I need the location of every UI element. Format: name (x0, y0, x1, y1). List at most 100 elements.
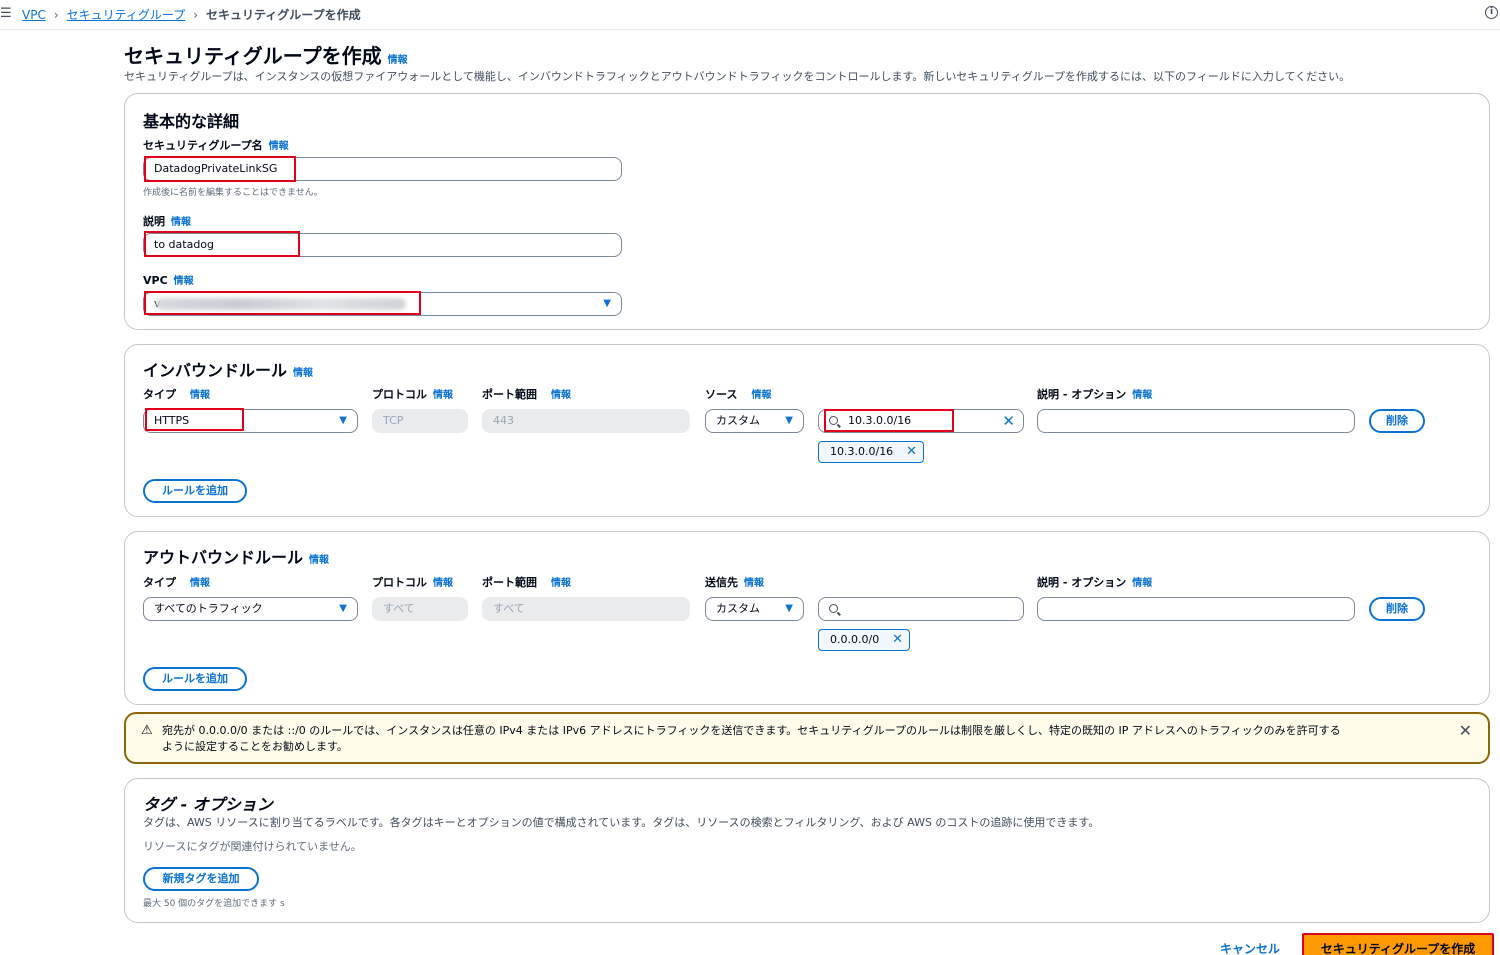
outbound-port-input: すべて (482, 597, 690, 621)
page-title: セキュリティグループを作成 情報 (124, 40, 408, 69)
inbound-info-link[interactable]: 情報 (293, 368, 313, 379)
inbound-col-port: ポート範囲 情報 (482, 386, 571, 402)
inbound-col-type: タイプ 情報 (143, 386, 210, 402)
inbound-col-source-text: ソース (705, 388, 738, 401)
outbound-type-info-link[interactable]: 情報 (190, 578, 210, 589)
inbound-col-port-text: ポート範囲 (482, 388, 537, 401)
warning-icon: ⚠ (141, 723, 153, 738)
inbound-desc-info-link[interactable]: 情報 (1132, 390, 1152, 401)
inbound-rules-panel: インバウンドルール 情報 タイプ 情報 プロトコル 情報 ポート範囲 情報 ソース 情報 … (124, 344, 1490, 517)
inbound-col-source: ソース 情報 (705, 386, 771, 402)
outbound-dest-token[interactable]: 0.0.0.0/0 ✕ (818, 629, 910, 651)
inbound-protocol-input: TCP (372, 409, 468, 433)
sg-name-info-link[interactable]: 情報 (269, 141, 289, 152)
cancel-button[interactable]: キャンセル (1220, 940, 1280, 955)
chevron-right-icon: › (193, 7, 199, 22)
sg-name-hint: 作成後に名前を編集することはできません。 (143, 188, 323, 198)
breadcrumb-current: セキュリティグループを作成 (206, 8, 361, 22)
inbound-col-protocol-text: プロトコル (372, 388, 427, 401)
inbound-col-type-text: タイプ (143, 388, 176, 401)
tags-limit-hint: 最大 50 個のタグを追加できます s (143, 899, 285, 909)
outbound-dest-mode-select[interactable]: カスタム ▼ (705, 597, 804, 621)
outbound-type-value: すべてのトラフィック (154, 602, 263, 615)
clear-icon[interactable]: ✕ (1002, 410, 1015, 432)
outbound-rules-title-text: アウトバウンドルール (143, 548, 304, 567)
outbound-dest-mode-value: カスタム (716, 602, 760, 615)
sg-name-label: セキュリティグループ名 情報 (143, 137, 289, 153)
caret-down-icon: ▼ (339, 603, 347, 614)
warning-line-1: 宛先が 0.0.0.0/0 または ::/0 のルールでは、インスタンスは任意の… (162, 724, 1341, 737)
warning-line-2: ように設定することをお勧めします。 (162, 740, 348, 753)
outbound-info-link[interactable]: 情報 (309, 555, 329, 566)
vpc-info-link[interactable]: 情報 (174, 276, 194, 287)
inbound-type-info-link[interactable]: 情報 (190, 390, 210, 401)
highlight-box (144, 291, 421, 315)
inbound-source-mode-select[interactable]: カスタム ▼ (705, 409, 804, 433)
warning-text: 宛先が 0.0.0.0/0 または ::/0 のルールでは、インスタンスは任意の… (162, 723, 1452, 755)
outbound-protocol-info-link[interactable]: 情報 (433, 578, 453, 589)
remove-token-icon[interactable]: ✕ (892, 630, 903, 649)
tags-panel: タグ - オプション タグは、AWS リソースに割り当てるラベルです。各タグはキ… (124, 778, 1490, 923)
add-tag-button[interactable]: 新規タグを追加 (143, 867, 259, 891)
basic-details-title: 基本的な詳細 (143, 112, 240, 131)
description-label-text: 説明 (143, 215, 165, 228)
warning-alert: ⚠ 宛先が 0.0.0.0/0 または ::/0 のルールでは、インスタンスは任… (124, 712, 1490, 764)
inbound-col-protocol: プロトコル 情報 (372, 386, 453, 402)
breadcrumb-vpc[interactable]: VPC (22, 8, 46, 22)
inbound-source-mode-value: カスタム (716, 414, 760, 427)
outbound-add-rule-button[interactable]: ルールを追加 (143, 667, 247, 691)
remove-token-icon[interactable]: ✕ (906, 442, 917, 461)
tags-description: タグは、AWS リソースに割り当てるラベルです。各タグはキーとオプションの値で構… (143, 816, 1100, 829)
description-label: 説明 情報 (143, 213, 191, 229)
inbound-source-info-link[interactable]: 情報 (751, 390, 771, 401)
top-bar: ☰ VPC › セキュリティグループ › セキュリティグループを作成 i (0, 0, 1500, 30)
outbound-desc-info-link[interactable]: 情報 (1132, 578, 1152, 589)
outbound-description-input[interactable] (1037, 597, 1355, 621)
menu-icon[interactable]: ☰ (0, 6, 12, 21)
outbound-col-dest-text: 送信先 (705, 576, 738, 589)
inbound-port-info-link[interactable]: 情報 (551, 390, 571, 401)
tags-empty-text: リソースにタグが関連付けられていません。 (143, 840, 362, 853)
caret-down-icon: ▼ (339, 415, 347, 426)
breadcrumb-security-groups[interactable]: セキュリティグループ (67, 6, 186, 23)
inbound-add-rule-button[interactable]: ルールを追加 (143, 479, 247, 503)
inbound-description-input[interactable] (1037, 409, 1355, 433)
inbound-port-input: 443 (482, 409, 690, 433)
search-icon (829, 604, 838, 613)
outbound-col-protocol: プロトコル 情報 (372, 574, 453, 590)
outbound-type-select[interactable]: すべてのトラフィック ▼ (143, 597, 358, 621)
inbound-source-token[interactable]: 10.3.0.0/16 ✕ (818, 441, 924, 463)
vpc-label: VPC 情報 (143, 272, 194, 287)
outbound-protocol-input: すべて (372, 597, 468, 621)
close-icon[interactable]: ✕ (1459, 721, 1472, 740)
outbound-dest-info-link[interactable]: 情報 (744, 578, 764, 589)
caret-down-icon: ▼ (785, 603, 793, 614)
outbound-col-type-text: タイプ (143, 576, 176, 589)
outbound-dest-token-value: 0.0.0.0/0 (830, 633, 880, 646)
outbound-rules-title: アウトバウンドルール 情報 (143, 544, 329, 568)
outbound-col-dest: 送信先 情報 (705, 574, 764, 590)
outbound-rules-panel: アウトバウンドルール 情報 タイプ 情報 プロトコル 情報 ポート範囲 情報 送信先 情報… (124, 531, 1490, 705)
inbound-protocol-info-link[interactable]: 情報 (433, 390, 453, 401)
highlight-box (144, 156, 296, 182)
create-security-group-button[interactable]: セキュリティグループを作成 (1302, 933, 1494, 955)
outbound-port-info-link[interactable]: 情報 (551, 578, 571, 589)
caret-down-icon: ▼ (785, 415, 793, 426)
description-info-link[interactable]: 情報 (171, 217, 191, 228)
inbound-delete-button[interactable]: 削除 (1369, 409, 1425, 433)
caret-down-icon: ▼ (603, 298, 611, 309)
outbound-col-desc: 説明 - オプション 情報 (1037, 574, 1152, 590)
info-circle-icon[interactable]: i (1485, 6, 1498, 19)
outbound-delete-button[interactable]: 削除 (1369, 597, 1425, 621)
inbound-col-desc-text: 説明 - オプション (1037, 388, 1127, 401)
outbound-dest-search-input[interactable] (818, 597, 1024, 621)
inbound-rules-title-text: インバウンドルール (143, 361, 288, 380)
outbound-col-desc-text: 説明 - オプション (1037, 576, 1127, 589)
sg-name-label-text: セキュリティグループ名 (143, 139, 263, 152)
highlight-box (824, 409, 954, 432)
highlight-box (144, 231, 300, 257)
vpc-label-text: VPC (143, 274, 168, 287)
page-info-link[interactable]: 情報 (388, 55, 408, 66)
chevron-right-icon: › (53, 7, 59, 22)
outbound-col-protocol-text: プロトコル (372, 576, 427, 589)
